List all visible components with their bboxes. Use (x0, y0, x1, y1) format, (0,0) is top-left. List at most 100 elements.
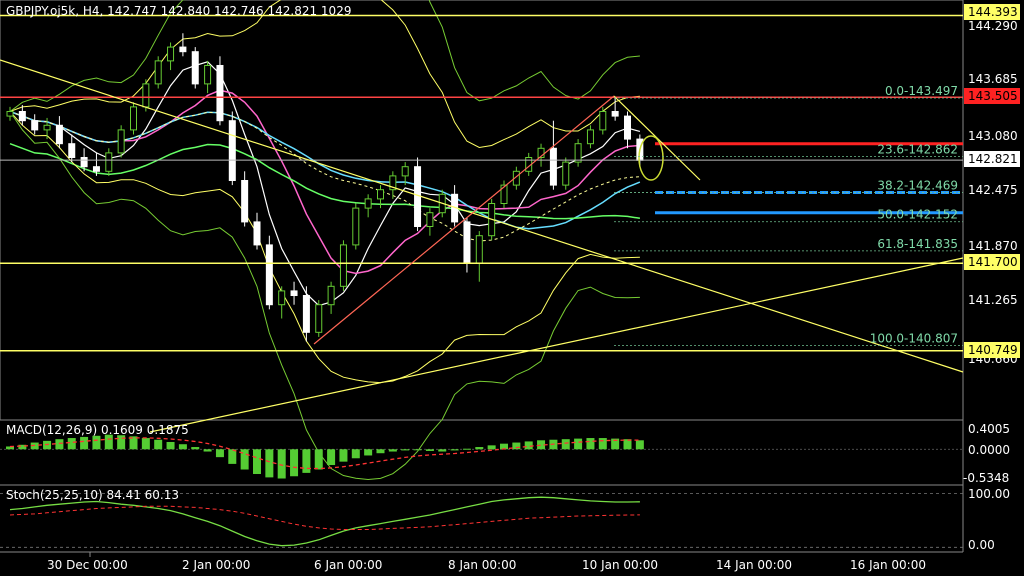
candle-body (92, 166, 100, 172)
fibo-label: 0.0-143.497 (885, 84, 958, 98)
macd-bar (265, 449, 274, 478)
candle-body (414, 166, 422, 228)
candle-body (80, 156, 88, 168)
macd-bar (364, 449, 373, 456)
fibo-label: 100.0-140.807 (870, 331, 958, 345)
macd-bar (314, 449, 323, 470)
price-tag-top: 144.393 (964, 4, 1020, 20)
fibonacci-levels: 0.0-143.497 23.6-142.862 38.2-142.469 50.0-… (614, 84, 963, 346)
stoch-tick: 100.00 (968, 487, 1010, 501)
macd-bar (203, 449, 212, 452)
macd-tick: 0.4005 (968, 422, 1010, 436)
macd-bar (425, 449, 434, 451)
candle-body (6, 110, 14, 117)
candle-body (43, 124, 51, 131)
indicator-layer (9, 0, 641, 481)
macd-bar (253, 449, 261, 475)
macd-bar (191, 447, 200, 450)
svg-text:140.749: 140.749 (968, 343, 1018, 357)
price-tag-red: 143.505 (964, 88, 1020, 104)
stoch-signal-line (9, 505, 640, 530)
macd-bar (228, 449, 237, 464)
candle-body (55, 124, 63, 145)
macd-bar (475, 447, 484, 450)
candle-body (167, 46, 175, 62)
macd-bar (450, 449, 459, 451)
macd-bar (401, 449, 410, 451)
candle-body (130, 106, 137, 131)
candle-body (290, 290, 298, 297)
macd-bar (351, 449, 360, 459)
macd-bar (154, 439, 163, 450)
macd-bar (339, 449, 348, 462)
svg-text:141.700: 141.700 (968, 255, 1018, 269)
macd-bar (388, 449, 397, 452)
macd-bar (215, 449, 224, 458)
candle-body (216, 64, 224, 122)
time-tick: 8 Jan 00:00 (448, 558, 516, 572)
macd-title: MACD(12,26,9) 0.1609 0.1875 (6, 423, 189, 437)
macd-bar (302, 449, 311, 473)
macd-bar (462, 448, 471, 450)
macd-bar (574, 438, 583, 450)
candle-body (117, 129, 125, 154)
price-tick: 143.080 (968, 129, 1018, 143)
macd-bar (327, 449, 336, 466)
macd-tick: -0.5348 (963, 471, 1009, 485)
macd-signal-line (9, 437, 640, 470)
candle-body (611, 110, 619, 117)
macd-bar (117, 435, 126, 450)
macd-bar (586, 438, 595, 450)
macd-bar (80, 436, 89, 450)
stoch-title: Stoch(25,25,10) 84.41 60.13 (6, 488, 179, 502)
svg-text:144.393: 144.393 (968, 5, 1018, 19)
fibo-label: 50.0-142.152 (877, 208, 958, 222)
candle-body (179, 46, 187, 53)
ma-long-line (9, 142, 641, 220)
ma-mid-line (9, 89, 640, 275)
candle-body (327, 285, 335, 306)
macd-bar (166, 441, 175, 450)
candle-body (475, 235, 483, 264)
price-tag-support: 141.700 (964, 254, 1020, 270)
candle-body (624, 115, 631, 140)
macd-bar (487, 445, 496, 450)
fibo-label: 38.2-142.469 (877, 179, 958, 193)
candle-body (315, 304, 323, 333)
candle-body (339, 244, 347, 287)
ma-slow-line (9, 110, 641, 230)
macd-bar (290, 449, 299, 477)
stoch-main-line (9, 496, 640, 547)
candle-body (191, 51, 199, 85)
macd-bar (598, 438, 607, 450)
macd-panel (0, 434, 963, 479)
macd-bar (524, 441, 533, 450)
chart-canvas[interactable]: 0.0-143.497 23.6-142.862 38.2-142.469 50.0-… (0, 0, 1024, 576)
candle-body (549, 147, 557, 186)
band-upper (9, 0, 640, 149)
fibo-label: 61.8-141.835 (877, 237, 958, 251)
price-panel (0, 0, 964, 421)
candle-body (401, 166, 409, 177)
candle-body (352, 207, 360, 246)
time-tick: 16 Jan 00:00 (850, 558, 926, 572)
macd-bar (141, 438, 150, 450)
horizontal-lines (0, 14, 964, 433)
candle-body (278, 290, 286, 306)
candle-body (574, 143, 582, 163)
candle-body (302, 295, 310, 333)
symbol-header: GBPJPY.oj5k, H4, 142.747 142.840 142.746… (6, 4, 351, 18)
macd-bar (438, 449, 447, 452)
time-tick: 10 Jan 00:00 (582, 558, 658, 572)
candle-body (18, 110, 26, 122)
macd-bar (55, 439, 64, 450)
candle-body (426, 212, 434, 228)
candle-body (253, 221, 261, 246)
time-tick: 30 Dec 00:00 (47, 558, 128, 572)
candle-body (265, 244, 273, 306)
svg-text:143.505: 143.505 (968, 89, 1018, 103)
candle-body (68, 143, 76, 158)
macd-bar (178, 444, 187, 450)
time-axis: 30 Dec 00:00 2 Jan 00:00 6 Jan 00:00 8 J… (47, 552, 926, 572)
price-tick: 141.870 (968, 239, 1018, 253)
